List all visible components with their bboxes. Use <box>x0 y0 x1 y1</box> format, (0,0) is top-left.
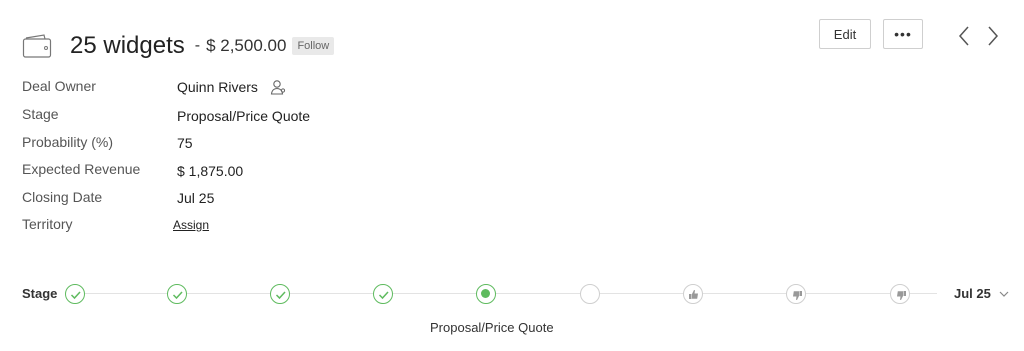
closing-date-value[interactable]: Jul 25 <box>177 190 214 206</box>
deal-owner-label: Deal Owner <box>22 78 96 94</box>
check-icon <box>275 291 286 300</box>
stage-node-completed[interactable] <box>167 284 187 304</box>
stage-node-closed-lost[interactable] <box>786 284 806 304</box>
follow-button[interactable]: Follow <box>292 37 335 55</box>
more-options-button[interactable]: ••• <box>883 19 923 49</box>
previous-record-icon[interactable] <box>954 24 974 48</box>
stage-bar-label: Stage <box>22 286 58 301</box>
check-icon <box>172 291 183 300</box>
chevron-down-icon <box>999 291 1009 297</box>
assign-territory-link[interactable]: Assign <box>173 218 209 232</box>
stage-value[interactable]: Proposal/Price Quote <box>177 108 310 124</box>
current-stage-name: Proposal/Price Quote <box>430 320 554 335</box>
user-icon <box>270 80 286 95</box>
check-icon <box>378 291 389 300</box>
wallet-icon <box>22 34 52 58</box>
next-record-icon[interactable] <box>983 24 1003 48</box>
deal-owner-name[interactable]: Quinn Rivers <box>177 79 258 95</box>
probability-label: Probability (%) <box>22 134 114 150</box>
closing-date-label: Closing Date <box>22 189 103 205</box>
stage-label: Stage <box>22 106 59 122</box>
expected-revenue-value: $ 1,875.00 <box>177 163 244 179</box>
territory-value: Assign <box>173 218 209 232</box>
probability-value[interactable]: 75 <box>177 135 193 151</box>
stage-node-completed[interactable] <box>373 284 393 304</box>
title-separator: - <box>194 37 201 54</box>
stage-node-current[interactable] <box>476 284 496 304</box>
check-icon <box>70 291 81 300</box>
stage-date-value: Jul 25 <box>954 286 991 301</box>
territory-label: Territory <box>22 216 73 232</box>
thumbs-down-icon <box>897 291 906 300</box>
edit-button[interactable]: Edit <box>819 19 871 49</box>
deal-amount: $ 2,500.00 <box>206 36 287 55</box>
thumbs-down-icon <box>793 291 802 300</box>
deal-owner-value: Quinn Rivers <box>177 79 286 95</box>
deal-header: 25 widgets - $ 2,500.00 Follow <box>22 28 335 64</box>
stage-track <box>75 293 937 294</box>
stage-date-dropdown[interactable]: Jul 25 <box>954 286 1011 301</box>
stage-node-completed[interactable] <box>270 284 290 304</box>
stage-node-closed-won[interactable] <box>683 284 703 304</box>
stage-node-upcoming[interactable] <box>580 284 600 304</box>
stage-node-completed[interactable] <box>65 284 85 304</box>
current-stage-dot <box>481 289 490 298</box>
thumbs-up-icon <box>689 290 698 299</box>
stage-node-closed-lost-competition[interactable] <box>890 284 910 304</box>
expected-revenue-label: Expected Revenue <box>22 161 141 177</box>
deal-title: 25 widgets <box>70 32 185 59</box>
